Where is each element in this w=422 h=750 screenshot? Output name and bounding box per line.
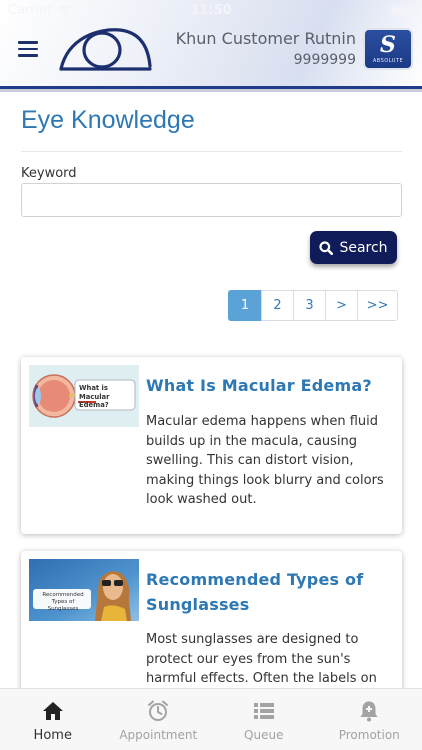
tab-label: Home	[33, 728, 72, 743]
status-bar: Carrier 11:50	[0, 0, 422, 22]
user-id: 9999999	[293, 52, 356, 68]
title-divider	[21, 151, 402, 152]
tab-promotion[interactable]: Promotion	[317, 689, 422, 750]
bottom-tab-bar: Home Appointment Queue Promotion	[0, 688, 422, 750]
last-page-button[interactable]: >>	[357, 290, 398, 321]
search-button[interactable]: Search	[310, 231, 397, 264]
keyword-input[interactable]	[21, 183, 402, 217]
status-time: 11:50	[190, 3, 232, 18]
thumbnail-caption: Recommended Types of Sunglasses	[42, 592, 84, 612]
menu-icon-bar	[18, 41, 38, 44]
search-button-label: Search	[339, 239, 388, 256]
page-2-button[interactable]: 2	[261, 290, 294, 321]
menu-button[interactable]	[18, 41, 38, 57]
eye-logo[interactable]	[58, 26, 153, 72]
battery-icon	[390, 5, 415, 16]
keyword-label: Keyword	[21, 166, 77, 181]
menu-icon-bar	[18, 47, 38, 50]
next-page-button[interactable]: >	[325, 290, 358, 321]
article-title: What Is Macular Edema?	[146, 376, 372, 395]
app-header: Carrier 11:50 Khun Customer Rutnin 99999…	[0, 0, 422, 92]
page-title: Eye Knowledge	[21, 106, 195, 134]
home-icon	[42, 702, 63, 720]
article-description: Macular edema happens when fluid builds …	[146, 414, 384, 507]
tab-label: Promotion	[338, 728, 400, 742]
alarm-clock-icon	[148, 700, 169, 721]
tab-home[interactable]: Home	[0, 689, 106, 750]
user-name: Khun Customer Rutnin	[175, 29, 356, 48]
header-gray-stripe	[0, 89, 422, 92]
page-1-button[interactable]: 1	[228, 290, 262, 321]
tab-queue[interactable]: Queue	[211, 689, 317, 750]
pagination: 1 2 3 > >>	[228, 290, 398, 321]
search-icon	[319, 240, 334, 255]
article-title: Recommended Types of Sunglasses	[146, 570, 364, 614]
brand-badge-text: ABSOLUTE	[372, 58, 404, 64]
article-thumbnail: What is Macular Edema?	[29, 365, 139, 427]
article-description: Most sunglasses are designed to protect …	[146, 632, 377, 686]
list-icon	[253, 703, 274, 719]
thumbnail-caption: What is Macular Edema?	[79, 384, 110, 409]
menu-icon-bar	[18, 54, 38, 57]
page-3-button[interactable]: 3	[293, 290, 326, 321]
brand-badge-letter: S	[380, 32, 396, 58]
article-thumbnail: Recommended Types of Sunglasses	[29, 559, 139, 621]
tab-label: Queue	[244, 728, 284, 742]
bell-plus-icon	[360, 701, 378, 722]
brand-badge: S ABSOLUTE	[363, 28, 413, 70]
article-card[interactable]: What is Macular Edema? What Is Macular E…	[21, 357, 402, 534]
tab-label: Appointment	[119, 728, 198, 742]
tab-appointment[interactable]: Appointment	[106, 689, 212, 750]
